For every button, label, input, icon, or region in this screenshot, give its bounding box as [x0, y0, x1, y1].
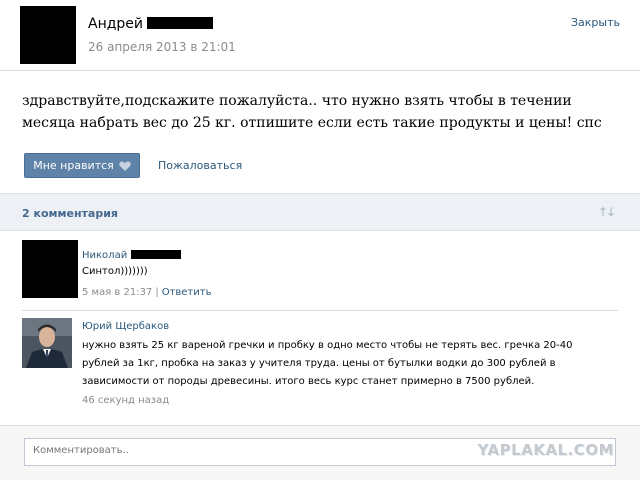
close-link[interactable]: Закрыть [571, 16, 620, 29]
comment-divider [22, 310, 618, 311]
post-author[interactable]: Андрей [88, 16, 214, 32]
comment-time[interactable]: 46 секунд назад [82, 395, 169, 406]
reply-link[interactable]: Ответить [162, 287, 212, 298]
post-date: 26 апреля 2013 в 21:01 [88, 40, 236, 54]
comments-count[interactable]: 2 комментария [22, 207, 118, 220]
comment-time[interactable]: 5 мая в 21:37 [82, 287, 152, 298]
watermark-logo: YAPLAKAL.COM [477, 441, 614, 459]
redaction-bar [147, 17, 214, 29]
heart-icon [119, 161, 131, 171]
like-button-label: Мне нравится [33, 159, 114, 172]
sort-arrows-icon[interactable]: ↑↓ [598, 205, 616, 219]
redaction-bar [131, 250, 182, 259]
comment-meta: 5 мая в 21:37 | Ответить [82, 287, 211, 298]
comment-text-line: нужно взять 25 кг вареной гречки и пробк… [82, 340, 573, 351]
meta-separator: | [155, 287, 159, 298]
author-avatar[interactable] [20, 6, 76, 64]
comment-text-line: зависимости от породы древесины. итого в… [82, 376, 535, 387]
report-link[interactable]: Пожаловаться [158, 159, 242, 172]
comment-text: Синтол))))))) [82, 266, 148, 277]
person-photo [22, 318, 72, 368]
comment-author-name[interactable]: Николай [82, 250, 127, 261]
comments-header: 2 комментария ↑↓ [0, 193, 640, 231]
header-divider [0, 70, 640, 71]
comment-text-line: рублей за 1кг, пробка на заказ у учителя… [82, 358, 556, 369]
comment-avatar[interactable] [22, 318, 72, 368]
like-button[interactable]: Мне нравится [24, 153, 140, 178]
post-header: Андрей 26 апреля 2013 в 21:01 Закрыть [0, 0, 640, 70]
comment-avatar[interactable] [22, 240, 78, 298]
comment-author-name[interactable]: Юрий Щербаков [82, 321, 169, 332]
post-text: здравствуйте,подскажите пожалуйста.. что… [22, 93, 602, 131]
post-author-name[interactable]: Андрей [88, 16, 143, 32]
comment-author[interactable]: Николай [82, 250, 182, 261]
